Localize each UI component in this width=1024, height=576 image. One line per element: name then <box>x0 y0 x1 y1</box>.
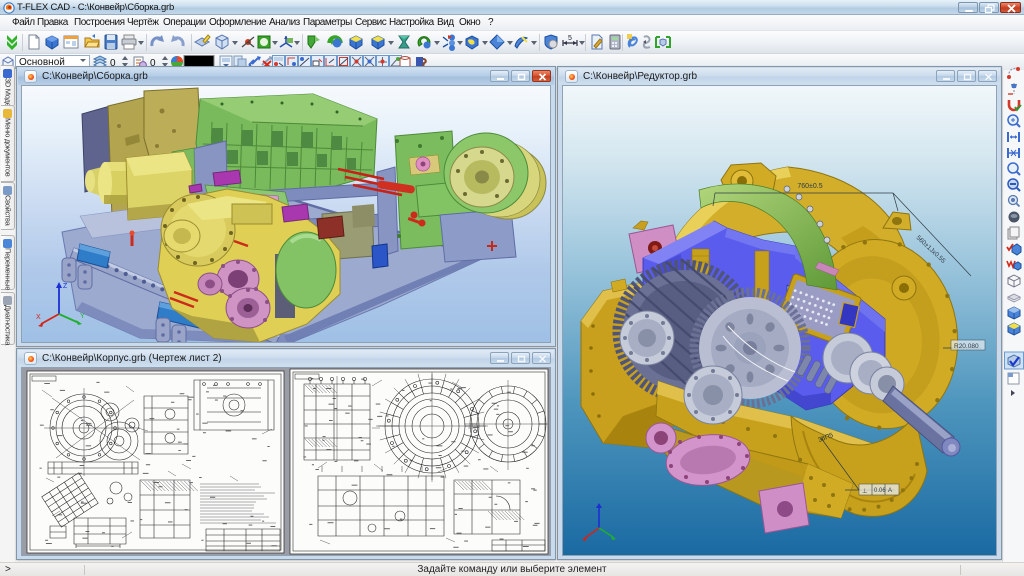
svg-text:R20.080: R20.080 <box>954 343 979 350</box>
svg-text:0.06: 0.06 <box>874 488 886 494</box>
svg-text:X: X <box>36 314 41 321</box>
svg-text:5: 5 <box>568 35 572 42</box>
svg-text:760±0.5: 760±0.5 <box>797 183 822 190</box>
svg-text:A: A <box>888 488 892 494</box>
svg-text:Z: Z <box>63 283 68 290</box>
svg-text:⊥: ⊥ <box>862 488 868 495</box>
svg-text:Y: Y <box>80 313 85 320</box>
